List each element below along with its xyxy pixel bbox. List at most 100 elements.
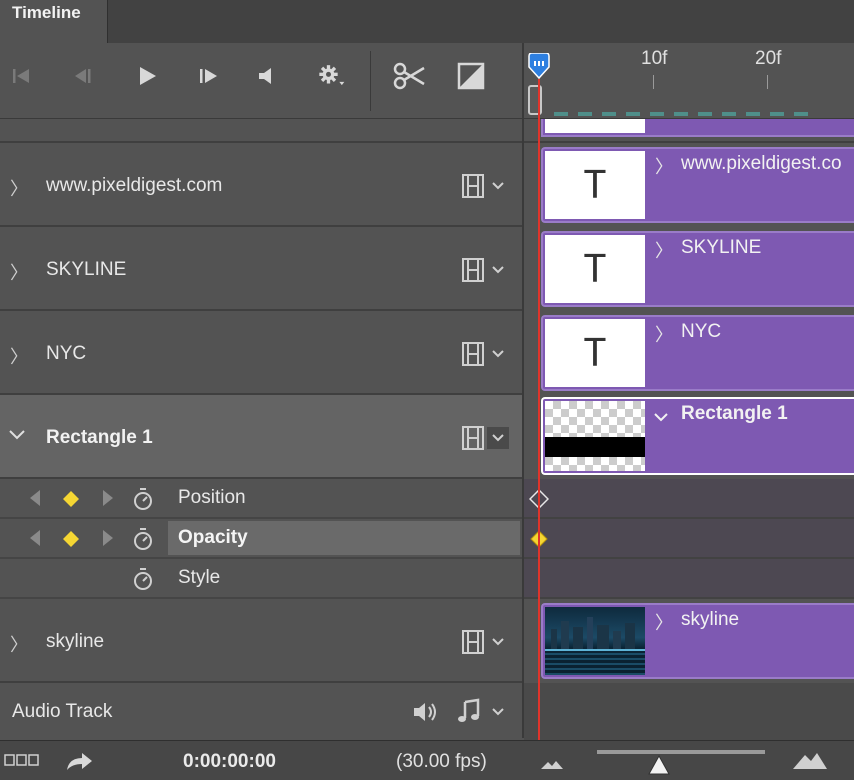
track-label: NYC <box>46 343 87 364</box>
chevron-right-icon[interactable]: 〉 <box>10 259 28 285</box>
speaker-icon[interactable] <box>412 700 440 729</box>
chevron-right-icon[interactable]: 〉 <box>655 609 673 635</box>
track-label: SKYLINE <box>46 259 127 280</box>
property-row-opacity[interactable]: Opacity <box>0 519 524 559</box>
chevron-down-icon[interactable] <box>8 425 26 446</box>
clip-www[interactable]: T 〉 www.pixeldigest.co <box>541 147 854 223</box>
chevron-down-icon[interactable] <box>653 409 669 427</box>
chevron-right-icon[interactable]: 〉 <box>10 631 28 657</box>
keyframe-lane-opacity[interactable] <box>524 519 854 559</box>
transitions-button[interactable] <box>456 61 486 91</box>
filmstrip-icon[interactable] <box>462 258 484 287</box>
mute-audio-button[interactable] <box>252 61 282 91</box>
property-label: Position <box>178 487 246 508</box>
clip-title: www.pixeldigest.co <box>681 153 842 174</box>
chevron-down-icon[interactable] <box>487 259 509 281</box>
frame-rate: (30.00 fps) <box>396 751 487 772</box>
go-to-first-frame-button[interactable] <box>7 61 37 91</box>
cached-frames-indicator <box>554 112 814 116</box>
property-label: Opacity <box>178 527 248 548</box>
play-button[interactable] <box>132 61 162 91</box>
zoom-slider-thumb[interactable] <box>647 754 671 780</box>
ruler-label-20f: 20f <box>755 48 782 69</box>
time-ruler[interactable]: 10f 20f <box>524 43 854 119</box>
transition-icon <box>457 62 485 90</box>
next-frame-button[interactable] <box>194 61 224 91</box>
panel-divider[interactable] <box>522 43 524 738</box>
zoom-in-mountain-icon[interactable] <box>792 750 828 775</box>
filmstrip-icon[interactable] <box>462 426 484 455</box>
toolbar-separator <box>370 51 371 111</box>
chevron-right-icon[interactable]: 〉 <box>655 153 673 179</box>
chevron-down-icon[interactable] <box>487 701 509 723</box>
filmstrip-icon[interactable] <box>462 174 484 203</box>
stopwatch-icon[interactable] <box>132 487 154 516</box>
stopwatch-icon[interactable] <box>132 527 154 556</box>
track-row-skyline-text[interactable]: 〉 SKYLINE <box>0 227 524 311</box>
chevron-right-icon[interactable]: 〉 <box>655 321 673 347</box>
scissors-icon <box>393 62 425 90</box>
clip-title: Rectangle 1 <box>681 403 788 424</box>
playhead-handle[interactable] <box>527 52 551 80</box>
image-layer-thumbnail <box>545 607 645 675</box>
play-icon <box>140 67 156 85</box>
filmstrip-icon[interactable] <box>462 342 484 371</box>
audio-track-row[interactable]: Audio Track <box>0 683 524 740</box>
split-at-playhead-button[interactable] <box>392 61 426 91</box>
clip-nyc[interactable]: T 〉 NYC <box>541 315 854 391</box>
track-row-partial <box>0 119 524 143</box>
clip-rectangle-1[interactable]: Rectangle 1 <box>541 397 854 475</box>
chevron-down-icon[interactable] <box>487 631 509 653</box>
previous-frame-button[interactable] <box>68 61 98 91</box>
chevron-down-icon[interactable] <box>487 175 509 197</box>
track-row-rectangle-1[interactable]: Rectangle 1 <box>0 395 524 479</box>
text-layer-thumbnail: T <box>545 235 645 303</box>
previous-keyframe-icon[interactable] <box>28 529 42 552</box>
add-keyframe-icon[interactable] <box>62 490 80 513</box>
previous-frame-icon <box>75 69 91 83</box>
next-keyframe-icon[interactable] <box>101 529 115 552</box>
timeline-status-bar: 0:00:00:00 (30.00 fps) <box>0 740 854 780</box>
track-row-skyline-image[interactable]: 〉 skyline <box>0 599 524 683</box>
next-keyframe-icon[interactable] <box>101 489 115 512</box>
chevron-right-icon[interactable]: 〉 <box>10 343 28 369</box>
gear-icon <box>319 65 345 86</box>
zoom-slider-track[interactable] <box>597 750 765 754</box>
track-label: www.pixeldigest.com <box>46 175 223 196</box>
track-label: skyline <box>46 631 105 652</box>
chevron-down-icon[interactable] <box>487 427 509 449</box>
keyframe-lane-style[interactable] <box>524 559 854 599</box>
settings-button[interactable] <box>316 61 346 91</box>
clip-title: NYC <box>681 321 722 342</box>
clip-thumbnail <box>545 119 645 133</box>
audio-track-lane[interactable] <box>524 683 854 740</box>
keyframe-lane-position[interactable] <box>524 479 854 519</box>
chevron-right-icon[interactable]: 〉 <box>655 237 673 263</box>
track-row-nyc[interactable]: 〉 NYC <box>0 311 524 395</box>
music-note-icon[interactable] <box>456 698 482 729</box>
clip-title: SKYLINE <box>681 237 762 258</box>
tab-timeline[interactable]: Timeline <box>0 0 108 43</box>
clip-skyline-image[interactable]: 〉 skyline <box>541 603 854 679</box>
clip-skyline-text[interactable]: T 〉 SKYLINE <box>541 231 854 307</box>
track-row-www[interactable]: 〉 www.pixeldigest.com <box>0 143 524 227</box>
stopwatch-icon[interactable] <box>132 567 154 596</box>
property-label: Style <box>178 567 221 588</box>
panel-tab-bar: Timeline <box>0 0 854 43</box>
previous-keyframe-icon[interactable] <box>28 489 42 512</box>
playhead-line <box>538 79 540 740</box>
render-video-icon[interactable] <box>64 750 94 779</box>
convert-to-frame-animation-icon[interactable] <box>4 754 40 773</box>
add-keyframe-icon[interactable] <box>62 530 80 553</box>
clip-partial[interactable] <box>541 119 854 137</box>
filmstrip-icon[interactable] <box>462 630 484 659</box>
shape-layer-thumbnail <box>545 401 645 471</box>
chevron-down-icon[interactable] <box>487 343 509 365</box>
property-row-position[interactable]: Position <box>0 479 524 519</box>
chevron-right-icon[interactable]: 〉 <box>10 175 28 201</box>
current-time[interactable]: 0:00:00:00 <box>183 751 276 773</box>
property-row-style[interactable]: Style <box>0 559 524 599</box>
speaker-icon <box>259 68 271 84</box>
ruler-label-10f: 10f <box>641 48 668 69</box>
zoom-out-mountain-icon[interactable] <box>540 757 564 775</box>
